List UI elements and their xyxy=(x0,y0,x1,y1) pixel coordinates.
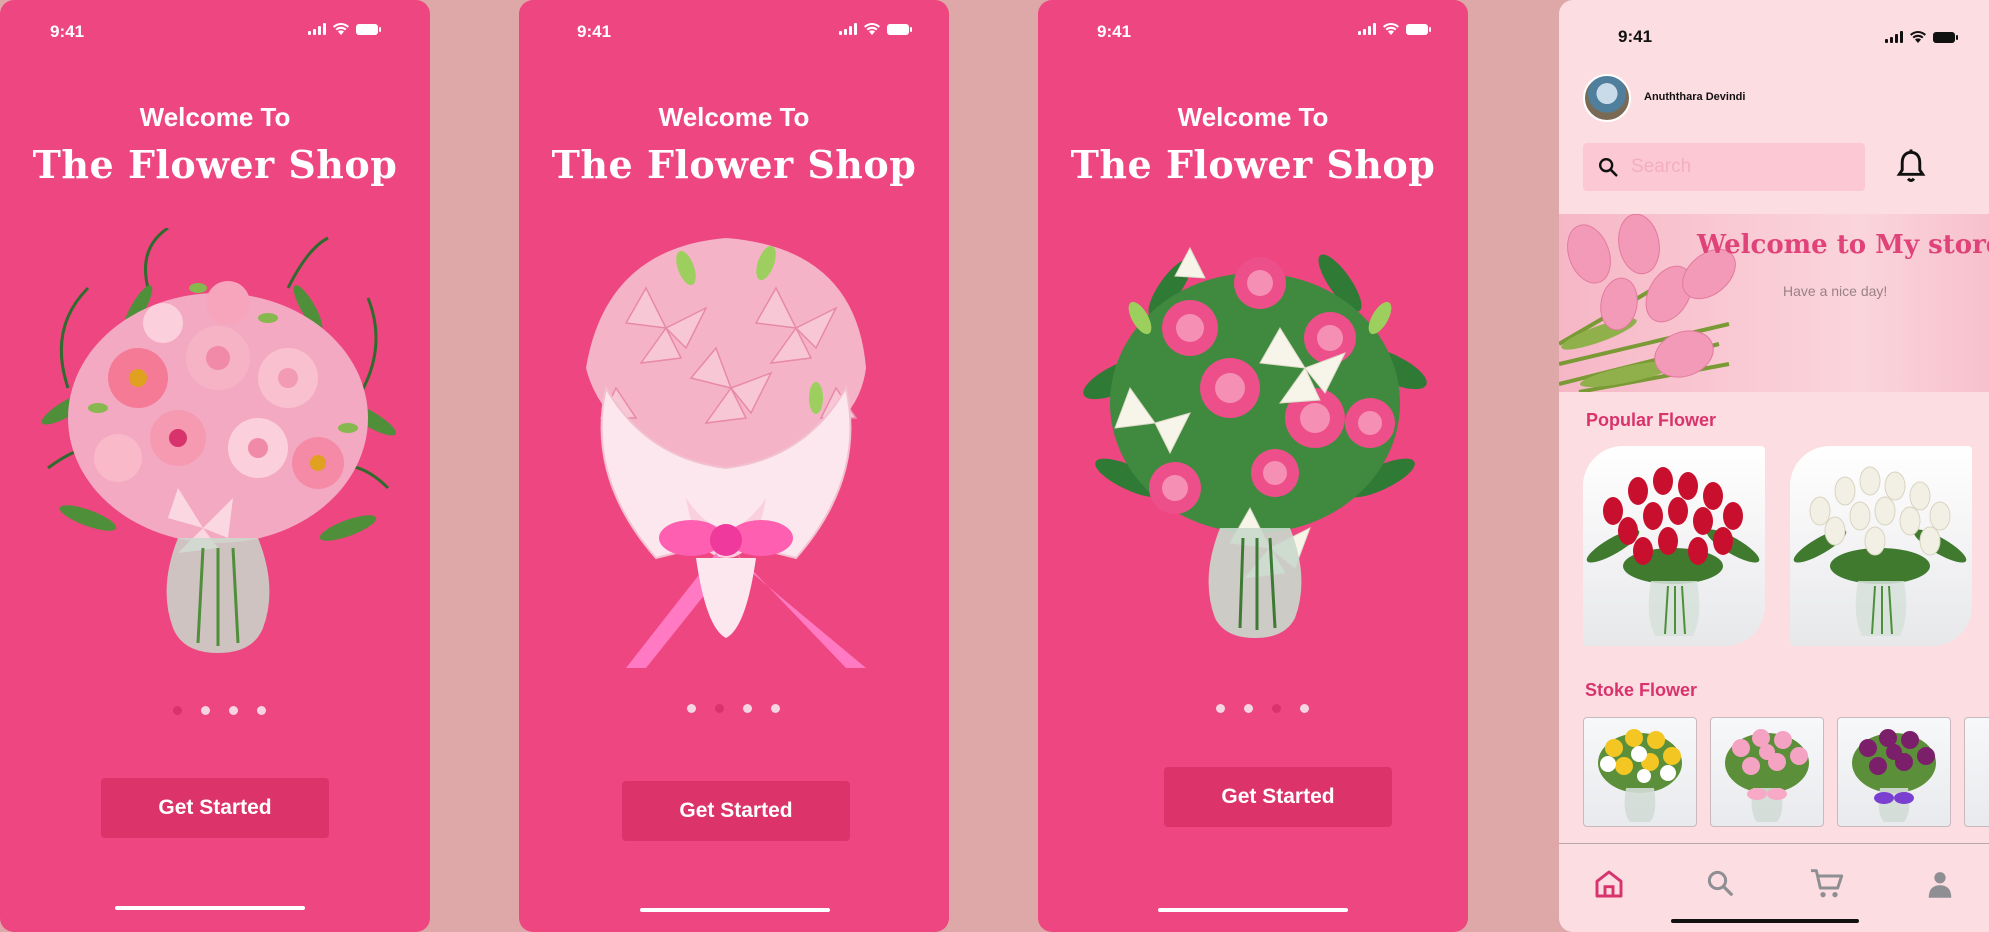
purple-tulips-image xyxy=(1852,729,1936,822)
status-icons xyxy=(1358,23,1431,35)
home-indicator xyxy=(1158,908,1348,912)
stock-flower-card[interactable] xyxy=(1710,717,1824,827)
onboarding-screen-2: 9:41 Welcome To The Flower Shop Get Star… xyxy=(519,0,949,932)
status-icons xyxy=(1885,31,1958,43)
search-bar[interactable] xyxy=(1583,143,1865,191)
wifi-icon xyxy=(1910,31,1926,43)
welcome-text: Welcome To xyxy=(139,102,291,132)
white-tulips-image xyxy=(1793,466,1967,636)
bell-icon[interactable] xyxy=(1893,148,1929,186)
page-dot[interactable] xyxy=(257,706,266,715)
shop-title: The Flower Shop xyxy=(1070,142,1436,187)
signal-icon xyxy=(308,23,326,35)
page-dot[interactable] xyxy=(771,704,780,713)
battery-icon xyxy=(1406,23,1431,35)
welcome-text: Welcome To xyxy=(658,102,810,132)
battery-icon xyxy=(356,23,381,35)
welcome-text: Welcome To xyxy=(1177,102,1329,132)
battery-icon xyxy=(1933,31,1958,43)
page-dot[interactable] xyxy=(1300,704,1309,713)
get-started-button[interactable]: Get Started xyxy=(1164,767,1392,827)
stock-flower-card[interactable] xyxy=(1964,717,1989,827)
profile-icon[interactable] xyxy=(1925,868,1955,900)
get-started-button[interactable]: Get Started xyxy=(622,781,850,841)
search-icon xyxy=(1599,158,1618,177)
get-started-button[interactable]: Get Started xyxy=(101,778,329,838)
page-dot[interactable] xyxy=(173,706,182,715)
stock-flower-card[interactable] xyxy=(1583,717,1697,827)
page-dot[interactable] xyxy=(715,704,724,713)
battery-icon xyxy=(887,23,912,35)
shop-title: The Flower Shop xyxy=(32,142,398,187)
yellow-tulips-image xyxy=(1598,729,1682,822)
page-dot[interactable] xyxy=(1244,704,1253,713)
rose-lily-vase-image xyxy=(1083,246,1427,638)
stock-section-title: Stoke Flower xyxy=(1585,680,1698,700)
onboarding-screen-3: 9:41 Welcome To The Flower Shop Get Star… xyxy=(1038,0,1468,932)
wifi-icon xyxy=(1383,23,1399,35)
bottom-nav xyxy=(1559,843,1989,932)
search-input[interactable] xyxy=(1629,155,1833,179)
pagination-dots xyxy=(173,706,266,715)
red-tulips-image xyxy=(1586,467,1760,636)
status-time: 9:41 xyxy=(1618,27,1653,46)
banner-subtitle: Have a nice day! xyxy=(1783,283,1888,299)
status-icons xyxy=(308,23,381,35)
home-indicator xyxy=(1671,919,1859,923)
store-home-screen: 9:41 Anuththara Devindi Welcome to My xyxy=(1559,0,1989,932)
avatar[interactable] xyxy=(1583,74,1631,122)
home-indicator xyxy=(640,908,830,912)
signal-icon xyxy=(839,23,857,35)
page-dot[interactable] xyxy=(743,704,752,713)
pagination-dots xyxy=(687,704,780,713)
page-dot[interactable] xyxy=(687,704,696,713)
home-icon[interactable] xyxy=(1593,868,1625,900)
status-time: 9:41 xyxy=(50,22,85,41)
welcome-banner[interactable]: Welcome to My store Have a nice day! xyxy=(1559,214,1989,392)
status-time: 9:41 xyxy=(577,22,612,41)
banner-title: Welcome to My store xyxy=(1697,230,1989,260)
wifi-icon xyxy=(333,23,349,35)
page-dot[interactable] xyxy=(201,706,210,715)
stock-flower-card[interactable] xyxy=(1837,717,1951,827)
lily-bouquet-image xyxy=(586,238,866,668)
pink-tulips-image xyxy=(1725,729,1809,822)
status-time: 9:41 xyxy=(1097,22,1132,41)
cart-icon[interactable] xyxy=(1809,868,1845,900)
pagination-dots xyxy=(1216,704,1309,713)
popular-flower-card[interactable] xyxy=(1790,446,1972,646)
signal-icon xyxy=(1885,31,1903,43)
pink-bouquet-vase-image xyxy=(41,228,396,653)
page-dot[interactable] xyxy=(229,706,238,715)
onboarding-screen-1: 9:41 Welcome To The Flower Shop Get Star… xyxy=(0,0,430,932)
page-dot[interactable] xyxy=(1216,704,1225,713)
shop-title: The Flower Shop xyxy=(551,142,917,187)
page-dot[interactable] xyxy=(1272,704,1281,713)
popular-flower-card[interactable] xyxy=(1583,446,1765,646)
home-indicator xyxy=(115,906,305,910)
status-icons xyxy=(839,23,912,35)
popular-section-title: Popular Flower xyxy=(1586,410,1717,430)
wifi-icon xyxy=(864,23,880,35)
user-name: Anuththara Devindi xyxy=(1644,91,1746,103)
signal-icon xyxy=(1358,23,1376,35)
search-icon[interactable] xyxy=(1705,868,1735,898)
